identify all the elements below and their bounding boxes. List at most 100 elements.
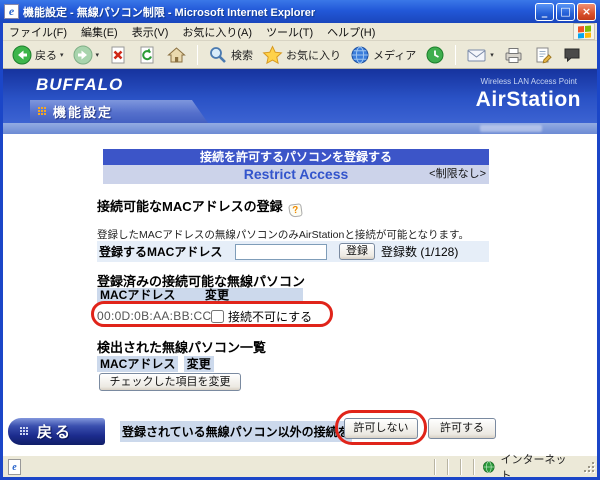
mail-button[interactable]: ▾ [463,44,497,66]
ie-logo-icon: e [4,4,19,19]
help-icon[interactable]: ? [288,203,303,218]
browser-window: e 機能設定 - 無線パソコン制限 - Microsoft Internet E… [0,0,600,480]
stop-button[interactable] [105,44,131,66]
menu-file[interactable]: ファイル(F) [9,24,67,40]
brand-substrip [3,123,597,134]
section1-description: 登録したMACアドレスの無線パソコンのみAirStationと接続が可能となりま… [97,227,469,242]
media-label: メディア [373,47,416,63]
dots-grid-icon [38,107,47,116]
status-separator [447,459,460,475]
back-label: 戻る [35,47,57,63]
internet-globe-icon [482,460,496,474]
refresh-button[interactable] [134,44,160,66]
mac-address-value: 00:0D:0B:AA:BB:CC [97,309,207,323]
forward-button[interactable]: ▾ [70,44,103,66]
menu-help[interactable]: ヘルプ(H) [327,24,375,40]
status-zone-panel: インターネット [473,459,583,475]
messenger-button[interactable] [559,44,585,66]
home-button[interactable] [163,44,190,66]
mail-icon [466,45,487,65]
registered-table-header: MACアドレス 変更 [97,288,303,303]
window-title: 機能設定 - 無線パソコン制限 - Microsoft Internet Exp… [23,4,533,20]
brand-tagline: Wireless LAN Access Point [481,77,577,86]
globe-icon [350,45,370,65]
dots-grid-icon [20,427,29,436]
title-bar: e 機能設定 - 無線パソコン制限 - Microsoft Internet E… [0,0,600,23]
table-row: 00:0D:0B:AA:BB:CC 接続不可にする [97,307,312,325]
mac-address-input[interactable] [235,244,327,260]
col-mac-address: MACアドレス [97,356,178,372]
close-button[interactable]: × [577,3,596,21]
messenger-icon [562,45,582,65]
windows-logo-icon [573,23,595,40]
status-zone-label: インターネット [501,451,575,480]
menu-edit[interactable]: 編集(E) [81,24,118,40]
section1-heading-text: 接続可能なMACアドレスの登録 [97,199,283,214]
section1-heading: 接続可能なMACアドレスの登録? [97,196,302,217]
menu-favorites[interactable]: お気に入り(A) [182,24,252,40]
back-nav-label: 戻る [37,421,73,442]
search-label: 検索 [231,47,253,63]
menu-view[interactable]: 表示(V) [132,24,169,40]
back-button[interactable]: 戻る ▾ [9,44,67,66]
search-button[interactable]: 検索 [205,44,256,66]
print-icon [503,45,524,65]
toolbar-separator [197,45,198,65]
page-title-jp: 接続を許可するパソコンを登録する [103,149,489,165]
history-icon [425,45,445,65]
refresh-icon [137,45,157,65]
deny-button[interactable]: 許可しない [344,418,418,439]
menu-bar: ファイル(F) 編集(E) 表示(V) お気に入り(A) ツール(T) ヘルプ(… [3,23,597,41]
register-row: 登録するMACアドレス 登録 登録数 (1/128) [97,241,489,262]
print-button[interactable] [500,44,527,66]
policy-label: 登録されている無線パソコン以外の接続を [120,421,352,442]
resize-grip[interactable] [583,459,597,475]
registered-count: 登録数 (1/128) [381,243,458,260]
media-button[interactable]: メディア [347,44,419,66]
restriction-badge: <制限なし> [429,165,486,184]
toolbar-separator [455,45,456,65]
section3-heading: 検出された無線パソコン一覧 [97,337,266,356]
back-dropdown-icon[interactable]: ▾ [60,51,64,59]
allow-button[interactable]: 許可する [428,418,496,439]
history-button[interactable] [422,44,448,66]
status-bar: e インターネット [3,455,597,477]
substrip-blur [480,125,542,132]
edit-icon [533,45,553,65]
col-change: 変更 [184,356,214,372]
back-icon [12,45,32,65]
maximize-button[interactable]: □ [556,3,575,21]
document-icon: e [8,459,21,475]
disable-connection-checkbox[interactable] [211,310,224,323]
page-content: BUFFALO Wireless LAN Access Point AirSta… [3,69,597,455]
back-nav-button[interactable]: 戻る [8,418,105,445]
forward-icon [73,45,93,65]
star-icon [262,45,283,65]
product-name: AirStation [476,88,581,112]
favorites-label: お気に入り [286,47,341,63]
favorites-button[interactable]: お気に入り [259,44,344,66]
buffalo-logo: BUFFALO [36,75,123,95]
forward-dropdown-icon[interactable]: ▾ [96,51,100,59]
search-icon [208,45,228,65]
register-button[interactable]: 登録 [339,243,375,260]
mail-dropdown-icon[interactable]: ▾ [490,51,494,59]
edit-button[interactable] [530,44,556,66]
register-label: 登録するMACアドレス [99,243,235,260]
toolbar: 戻る ▾ ▾ [3,42,597,69]
page-title-en-bar: Restrict Access <制限なし> [103,165,489,184]
disable-connection-label: 接続不可にする [228,308,312,325]
home-icon [166,45,187,65]
menu-tools[interactable]: ツール(T) [266,24,313,40]
col-change: 変更 [205,288,229,303]
col-mac-address: MACアドレス [100,288,175,303]
detected-table-header: MACアドレス 変更 [97,355,214,370]
minimize-button[interactable]: _ [535,3,554,21]
status-main-panel: e [3,459,434,475]
window-frame-left [0,22,3,480]
status-separator [460,459,473,475]
settings-tab: 機能設定 [30,100,208,123]
brand-header: BUFFALO Wireless LAN Access Point AirSta… [3,69,597,123]
settings-tab-label: 機能設定 [53,102,113,121]
apply-checked-button[interactable]: チェックした項目を変更 [99,373,241,391]
